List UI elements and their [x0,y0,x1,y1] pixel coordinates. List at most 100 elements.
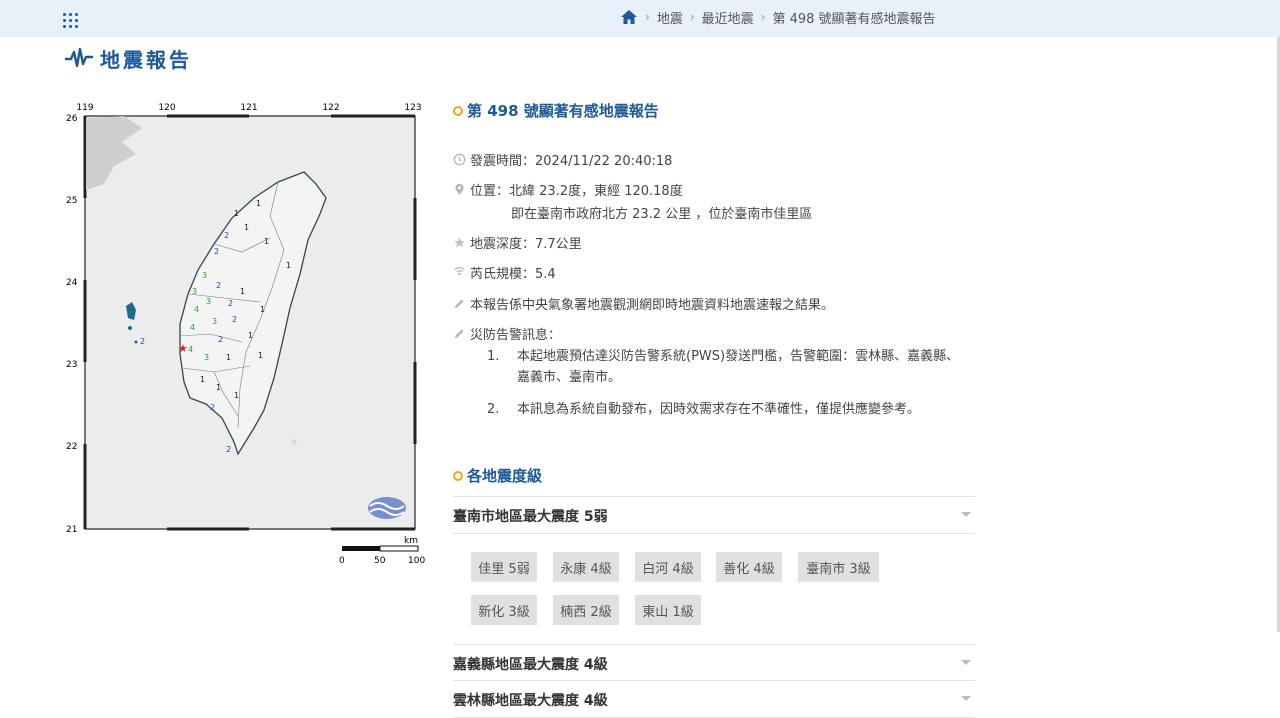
lon-tick-122: 122 [322,103,339,113]
station-chip[interactable]: 新化 3級 [471,595,537,625]
chevron-right-icon: › [689,10,695,24]
region-accordion-yunlin[interactable]: 雲林縣地區最大震度 4級 [453,680,975,718]
region-accordion-tainan[interactable]: 臺南市地區最大震度 5弱 [453,496,975,534]
lon-tick-120: 120 [158,103,175,113]
magnitude-text: 芮氏規模：5.4 [470,267,556,282]
bullet-circle-icon [453,105,463,116]
lat-tick-25: 25 [66,196,77,206]
intensity-label: 1 [256,199,261,208]
origin-time-text: 發震時間：2024/11/22 20:40:18 [470,154,673,169]
seismic-wave-icon [65,47,93,68]
station-chip[interactable]: 東山 1級 [635,595,701,625]
location: 位置：北緯 23.2度，東經 120.18度 [453,180,683,199]
intensity-label: 1 [244,223,249,232]
intensity-label: 2 [214,247,219,256]
bullet-circle-icon [453,470,463,481]
pencil-icon [455,329,464,338]
lat-tick-22: 22 [66,442,77,452]
magnitude: 芮氏規模：5.4 [453,263,556,282]
intensity-label: 1 [240,287,245,296]
intensity-label: 2 [216,281,221,290]
intensity-label: 2 [228,299,233,308]
page-title-text: 地震報告 [100,47,192,72]
intensity-label: 1 [200,375,205,384]
intensity-label: 3 [204,353,209,362]
region-label: 臺南市地區最大震度 5弱 [453,509,608,525]
intensity-label: 3 [192,287,197,296]
chevron-right-icon: › [760,10,766,24]
intensity-label: 2 [224,231,229,240]
breadcrumb-recent[interactable]: 最近地震 [702,8,754,27]
intensity-label: 4 [190,323,195,332]
intensity-section-title: 各地震度級 [453,465,542,486]
chevron-down-icon [961,660,971,665]
region-accordion-chiayi-county[interactable]: 嘉義縣地區最大震度 4級 [453,644,975,681]
home-icon[interactable] [620,9,638,25]
intensity-label: 4 [194,305,199,314]
intensity-label: 2 [140,337,145,346]
scale-unit: km [404,536,418,546]
eastern-islets [291,439,297,445]
station-chip[interactable]: 佳里 5弱 [471,552,537,582]
station-chip[interactable]: 楠西 2級 [553,595,619,625]
intensity-label: 2 [226,445,231,454]
intensity-label: 2 [210,403,215,412]
lat-tick-24: 24 [66,278,78,288]
warning-number: 2. [487,402,500,417]
menu-grid-icon[interactable] [63,11,81,29]
intensity-map: 119 120 121 122 123 26 25 24 23 22 21 1 … [64,98,429,568]
cwa-logo [368,497,406,519]
chevron-down-icon [961,512,971,517]
lon-tick-121: 121 [240,103,257,113]
lon-tick-119: 119 [76,103,93,113]
location-text: 位置：北緯 23.2度，東經 120.18度 [470,184,683,199]
station-chip[interactable]: 白河 4級 [635,552,701,582]
scale-label-50: 50 [374,556,386,566]
breadcrumb-current: 第 498 號顯著有感地震報告 [772,11,936,27]
location-detail-text: 即在臺南市政府北方 23.2 公里 ，位於臺南市佳里區 [511,207,813,222]
chevron-right-icon: › [645,10,650,24]
scale-label-100: 100 [408,556,425,566]
intensity-label: 1 [234,209,239,218]
warning-heading: 災防告警訊息： [453,324,561,343]
intensity-label: 2 [218,335,223,344]
epicenter-star-icon: ★ [178,342,188,355]
intensity-map-svg: 119 120 121 122 123 26 25 24 23 22 21 1 … [66,103,425,566]
report-title-text: 第 498 號顯著有感地震報告 [467,102,659,120]
intensity-label: 1 [226,353,231,362]
intensity-section-title-text: 各地震度級 [467,467,543,485]
intensity-label: 1 [264,237,269,246]
lat-tick-labels: 26 25 24 23 22 21 [66,114,78,535]
star-icon [454,237,465,248]
breadcrumb: › 地震 › 最近地震 › 第 498 號顯著有感地震報告 [620,7,936,27]
breadcrumb-earthquake[interactable]: 地震 [657,8,683,27]
pencil-icon [455,299,464,308]
intensity-label: 1 [248,331,253,340]
intensity-label: 3 [212,317,217,326]
report-title: 第 498 號顯著有感地震報告 [453,100,659,121]
intensity-label: 4 [188,345,193,354]
lon-tick-123: 123 [404,103,421,113]
source-note: 本報告係中央氣象署地震觀測網即時地震資料地震速報之結果。 [453,294,834,313]
clock-icon [453,153,466,166]
intensity-label: 1 [286,261,291,270]
depth: 地震深度：7.7公里 [453,233,582,252]
map-marker-icon [455,183,464,195]
location-detail: 即在臺南市政府北方 23.2 公里 ，位於臺南市佳里區 [511,203,812,222]
intensity-label: 1 [234,391,239,400]
warning-heading-text: 災防告警訊息： [470,328,562,343]
intensity-label: 1 [216,383,221,392]
chevron-down-icon [961,696,971,701]
lat-tick-26: 26 [66,114,78,124]
warning-number: 1. [487,349,500,364]
intensity-label: 1 [260,305,265,314]
intensity-label: 1 [258,351,263,360]
warning-text: 本起地震預估達災防告警系統(PWS)發送門檻，告警範圍：雲林縣、嘉義縣、嘉義市、… [517,349,960,385]
station-chip[interactable]: 臺南市 3級 [798,552,879,582]
signal-waves-icon [454,267,465,276]
warning-text: 本訊息為系統自動發布，因時效需求存在不準確性，僅提供應變參考。 [517,402,921,417]
region-label: 嘉義縣地區最大震度 4級 [453,657,608,673]
station-chip[interactable]: 永康 4級 [553,552,619,582]
station-chip[interactable]: 善化 4級 [716,552,782,582]
intensity-label: 2 [232,315,237,324]
